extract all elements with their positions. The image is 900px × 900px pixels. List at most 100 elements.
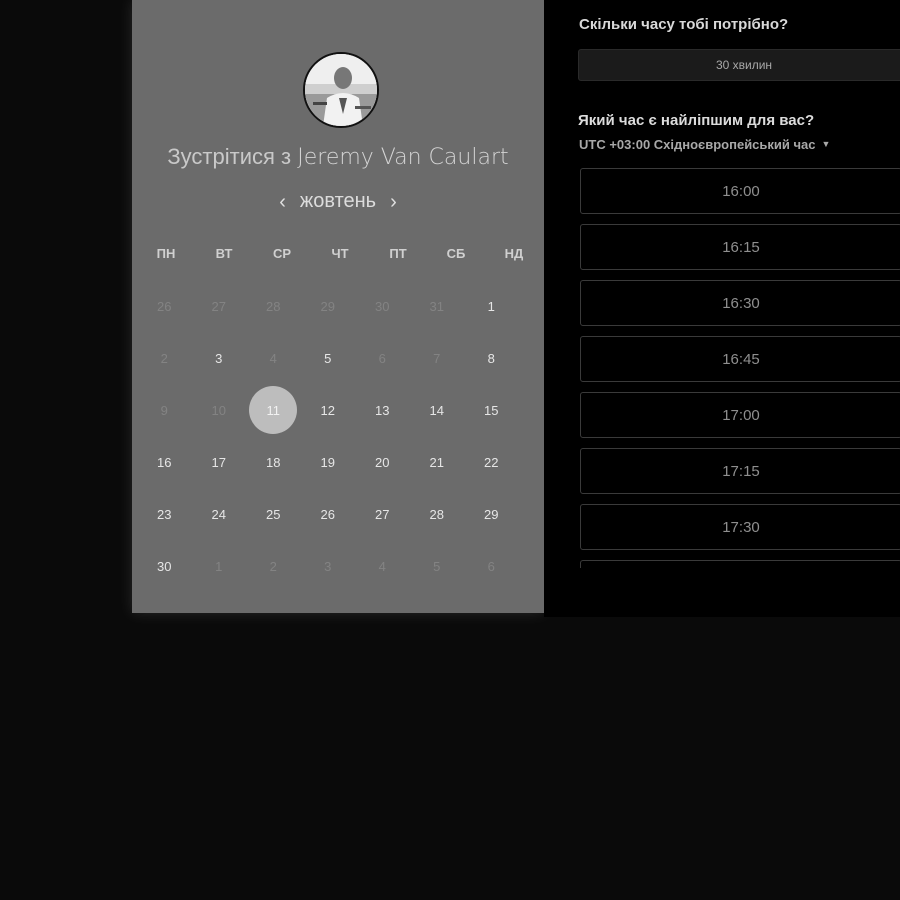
calendar-day-selected[interactable]: 11 (246, 384, 301, 436)
calendar-day[interactable]: 14 (410, 384, 465, 436)
duration-select[interactable]: 30 хвилин (578, 49, 900, 81)
calendar-day[interactable]: 8 (464, 332, 519, 384)
weekday-label: ПН (156, 246, 176, 261)
calendar-day-number: 16 (157, 454, 172, 470)
calendar-day: 7 (410, 332, 465, 384)
calendar-day-number: 30 (157, 558, 172, 574)
weekday-label: СБ (446, 246, 466, 261)
time-slot-list: 16:00 16:15 16:30 16:45 17:00 17:15 17:30 (580, 168, 900, 568)
calendar-day[interactable]: 3 (192, 332, 247, 384)
calendar-day[interactable]: 24 (192, 488, 247, 540)
calendar-day-number: 13 (375, 402, 390, 418)
timezone-select[interactable]: UTC +03:00 Східноєвропейський час ▼ (579, 137, 830, 152)
calendar-day-number: 21 (429, 454, 444, 470)
time-slot-button[interactable]: 16:15 (580, 224, 900, 270)
weekday-label: СР (272, 246, 292, 261)
calendar-day-number: 1 (215, 558, 223, 574)
calendar-day[interactable]: 20 (355, 436, 410, 488)
calendar-day[interactable]: 22 (464, 436, 519, 488)
calendar-day-number: 2 (269, 558, 277, 574)
calendar-day-number: 28 (266, 298, 281, 314)
calendar-day-number: 18 (266, 454, 281, 470)
calendar-day[interactable]: 1 (464, 280, 519, 332)
meeting-title: Зустрітися з Jeremy Van Caulart (132, 144, 544, 170)
calendar-day-number: 17 (211, 454, 226, 470)
time-slot-button[interactable]: 17:00 (580, 392, 900, 438)
calendar-day: 6 (464, 540, 519, 592)
calendar-day: 28 (246, 280, 301, 332)
calendar-day-number: 30 (375, 298, 390, 314)
calendar-day[interactable]: 25 (246, 488, 301, 540)
calendar-day: 5 (410, 540, 465, 592)
calendar-day-number: 19 (320, 454, 335, 470)
prev-month-button[interactable]: ‹ (279, 192, 286, 212)
avatar (303, 52, 379, 128)
calendar-day-number: 3 (324, 558, 332, 574)
calendar-day[interactable]: 16 (137, 436, 192, 488)
calendar-day[interactable]: 15 (464, 384, 519, 436)
time-slot-button[interactable]: 16:30 (580, 280, 900, 326)
calendar-day-number: 22 (484, 454, 499, 470)
calendar-day[interactable]: 30 (137, 540, 192, 592)
calendar-day[interactable]: 19 (301, 436, 356, 488)
host-photo-icon (305, 54, 377, 126)
calendar-day: 9 (137, 384, 192, 436)
calendar-day-number: 28 (429, 506, 444, 522)
calendar-day-number: 4 (378, 558, 386, 574)
time-slot-button[interactable]: 17:30 (580, 504, 900, 550)
timezone-label: UTC +03:00 Східноєвропейський час (579, 137, 816, 152)
calendar-day: 2 (246, 540, 301, 592)
calendar-week-row: 9 10 11 12 13 14 15 (137, 384, 543, 436)
calendar-day[interactable]: 5 (301, 332, 356, 384)
calendar-day-number: 7 (433, 350, 441, 366)
calendar-week-row: 26 27 28 29 30 31 1 (137, 280, 543, 332)
calendar-day[interactable]: 13 (355, 384, 410, 436)
calendar-day: 27 (192, 280, 247, 332)
calendar-day: 30 (355, 280, 410, 332)
calendar-day[interactable]: 26 (301, 488, 356, 540)
time-slot-button[interactable]: 16:00 (580, 168, 900, 214)
time-slot-button[interactable] (580, 560, 900, 568)
calendar-week-row: 30 1 2 3 4 5 6 (137, 540, 543, 592)
calendar-panel: Зустрітися з Jeremy Van Caulart ‹ жовтен… (132, 0, 544, 613)
calendar-day-number: 26 (157, 298, 172, 314)
time-slot-button[interactable]: 16:45 (580, 336, 900, 382)
calendar-day[interactable]: 21 (410, 436, 465, 488)
calendar-day[interactable]: 18 (246, 436, 301, 488)
calendar-day[interactable]: 29 (464, 488, 519, 540)
weekday-label: ПТ (389, 246, 407, 261)
month-label: жовтень (299, 190, 377, 212)
weekday-label: ЧТ (331, 246, 349, 261)
calendar-day[interactable]: 17 (192, 436, 247, 488)
calendar-day-number: 6 (378, 350, 386, 366)
calendar-day-number: 27 (375, 506, 390, 522)
booking-page: Зустрітися з Jeremy Van Caulart ‹ жовтен… (0, 0, 900, 900)
calendar-day: 4 (355, 540, 410, 592)
calendar-week-row: 16 17 18 19 20 21 22 (137, 436, 543, 488)
calendar-day: 3 (301, 540, 356, 592)
weekday-label: ВТ (215, 246, 233, 261)
next-month-button[interactable]: › (390, 192, 397, 212)
calendar-day: 6 (355, 332, 410, 384)
calendar-day-number: 9 (160, 402, 168, 418)
calendar-day[interactable]: 28 (410, 488, 465, 540)
calendar-day-number: 15 (484, 402, 499, 418)
calendar-day[interactable]: 27 (355, 488, 410, 540)
calendar-day-number: 24 (211, 506, 226, 522)
calendar-day-number: 11 (266, 402, 281, 418)
weekday-label: НД (504, 246, 524, 261)
calendar-day-number: 3 (215, 350, 223, 366)
weekday-header: ПН ВТ СР ЧТ ПТ СБ НД (137, 246, 543, 261)
meeting-title-prefix: Зустрітися з (167, 144, 292, 169)
booking-panel: Скільки часу тобі потрібно? 30 хвилин Як… (544, 0, 900, 617)
calendar-day-number: 10 (211, 402, 226, 418)
calendar-week-row: 23 24 25 26 27 28 29 (137, 488, 543, 540)
calendar-day-number: 12 (320, 402, 335, 418)
calendar-day[interactable]: 12 (301, 384, 356, 436)
time-slot-button[interactable]: 17:15 (580, 448, 900, 494)
calendar-day-number: 8 (487, 350, 495, 366)
calendar-day[interactable]: 23 (137, 488, 192, 540)
calendar-day-number: 25 (266, 506, 281, 522)
month-navigation: ‹ жовтень › (132, 190, 544, 213)
calendar-day-number: 14 (429, 402, 444, 418)
